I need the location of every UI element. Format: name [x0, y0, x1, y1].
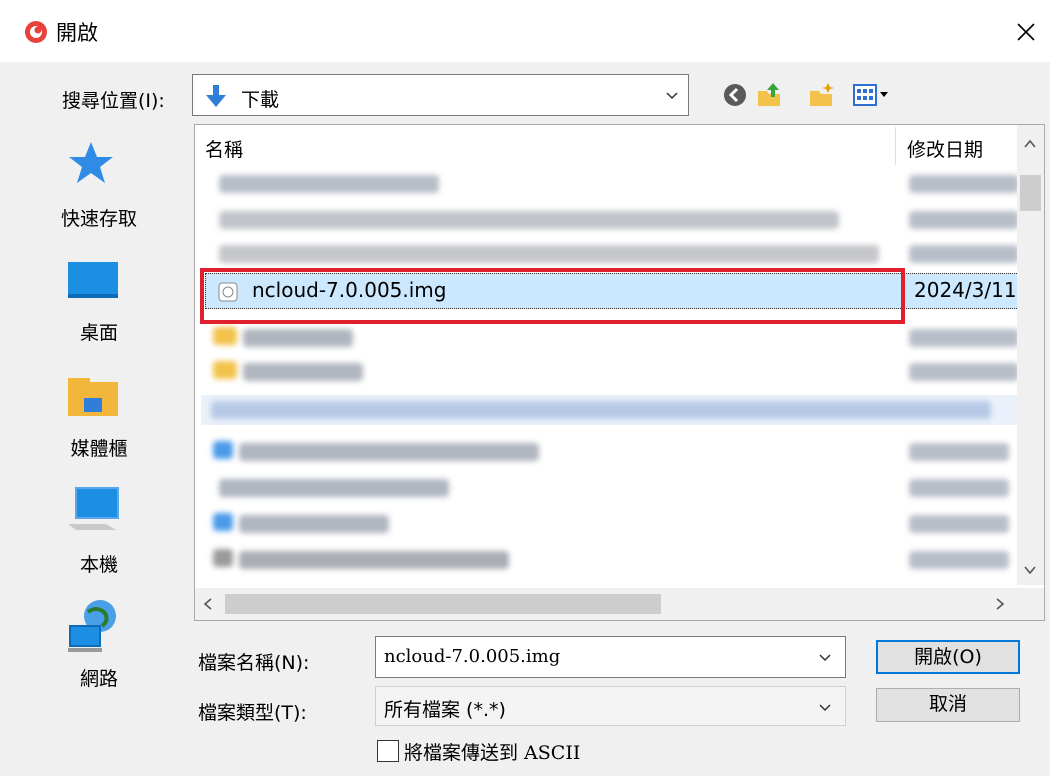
star-icon	[69, 142, 113, 183]
scroll-up-icon	[1024, 139, 1036, 148]
list-item[interactable]	[199, 471, 1019, 505]
place-network[interactable]: 網路	[34, 584, 198, 694]
filename-label: 檔案名稱(N):	[198, 652, 310, 674]
close-icon	[1017, 23, 1035, 41]
list-item[interactable]	[199, 435, 1019, 469]
back-button[interactable]	[718, 78, 752, 112]
open-button[interactable]: 開啟(O)	[876, 640, 1020, 674]
lookin-dropdown[interactable]: 下載	[192, 74, 689, 116]
up-folder-button[interactable]	[752, 78, 786, 112]
dialog-title: 開啟	[56, 21, 98, 45]
scroll-down-icon	[1024, 566, 1036, 575]
filetype-value: 所有檔案 (*.*)	[384, 699, 506, 721]
lookin-label: 搜尋位置(I):	[62, 90, 165, 112]
open-file-dialog: 開啟 搜尋位置(I): 下載 快速存取 桌面 媒體櫃 本機 網路 名稱 修改日期…	[0, 0, 1050, 776]
download-arrow-icon	[206, 85, 226, 107]
selected-file-date: 2024/3/11	[914, 278, 1017, 302]
scroll-left-icon	[203, 598, 212, 610]
place-label: 桌面	[79, 322, 118, 344]
list-item[interactable]	[199, 507, 1019, 541]
vertical-scroll-thumb[interactable]	[1020, 175, 1041, 211]
place-libraries[interactable]: 媒體櫃	[34, 354, 198, 464]
column-divider	[895, 127, 896, 165]
desktop-icon	[68, 262, 118, 298]
list-item[interactable]	[199, 543, 1019, 577]
place-label: 本機	[79, 554, 118, 576]
library-icon	[68, 378, 118, 416]
highlight-box	[200, 268, 905, 324]
list-item[interactable]	[199, 203, 1019, 237]
list-item[interactable]	[199, 167, 1019, 201]
list-item[interactable]	[199, 321, 1019, 355]
scroll-right-icon	[996, 598, 1005, 610]
chevron-down-icon	[819, 654, 831, 662]
file-list[interactable]: 名稱 修改日期 ncloud-7.0.005.img 2024/3/11	[194, 124, 1045, 621]
chevron-down-icon	[819, 704, 831, 712]
horizontal-scrollbar[interactable]	[195, 588, 1044, 620]
filename-input[interactable]: ncloud-7.0.005.img	[375, 636, 846, 678]
filetype-select[interactable]: 所有檔案 (*.*)	[375, 686, 846, 726]
title-bar: 開啟	[0, 0, 1050, 62]
place-label: 快速存取	[60, 208, 137, 230]
ascii-checkbox-label[interactable]: 將檔案傳送到 ASCII	[404, 738, 580, 765]
view-menu-icon	[853, 84, 888, 106]
lookin-folder: 下載	[241, 89, 280, 111]
filename-value: ncloud-7.0.005.img	[384, 646, 561, 667]
place-desktop[interactable]: 桌面	[34, 238, 198, 348]
list-item[interactable]	[199, 237, 1019, 271]
back-icon	[724, 84, 746, 106]
ascii-checkbox[interactable]	[377, 740, 399, 762]
list-item[interactable]	[199, 355, 1019, 389]
place-this-pc[interactable]: 本機	[34, 470, 198, 580]
places-bar: 快速存取 桌面 媒體櫃 本機 網路	[34, 124, 198, 704]
new-folder-icon	[810, 83, 834, 106]
network-icon	[68, 600, 116, 652]
horizontal-scroll-thumb[interactable]	[225, 594, 661, 614]
place-label: 媒體櫃	[70, 438, 128, 460]
filetype-label: 檔案類型(T):	[198, 702, 307, 724]
vertical-scrollbar[interactable]	[1017, 125, 1044, 585]
view-menu-button[interactable]	[850, 78, 894, 112]
close-button[interactable]	[1002, 8, 1050, 56]
up-folder-icon	[758, 83, 780, 106]
place-quick-access[interactable]: 快速存取	[34, 124, 198, 234]
computer-icon	[68, 487, 119, 530]
app-logo-icon	[25, 21, 47, 43]
group-header[interactable]	[201, 395, 1019, 425]
chevron-down-icon	[666, 92, 678, 100]
new-folder-button[interactable]	[804, 78, 838, 112]
cancel-button[interactable]: 取消	[876, 688, 1020, 722]
place-label: 網路	[79, 668, 118, 690]
